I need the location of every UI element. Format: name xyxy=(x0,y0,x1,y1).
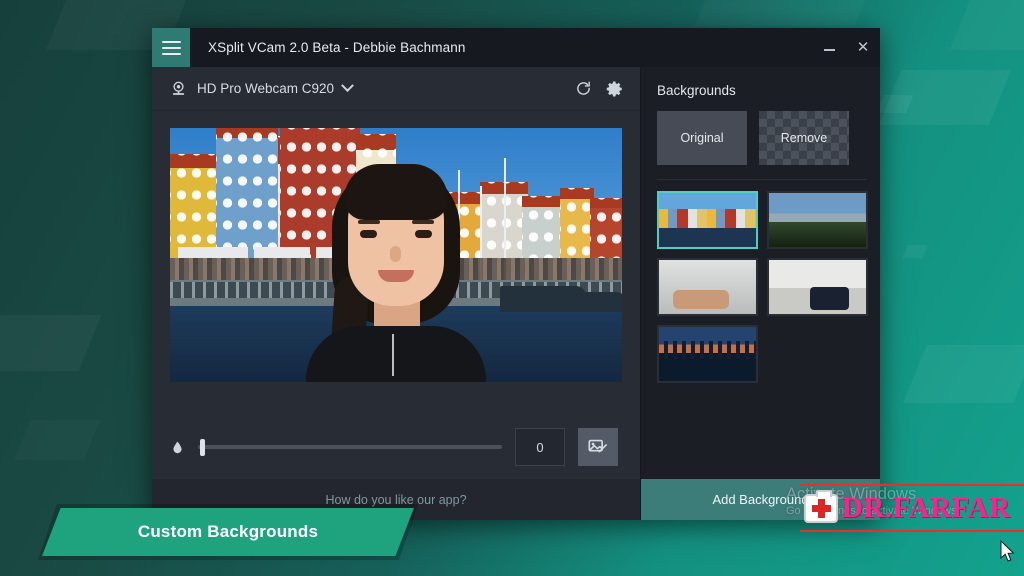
window-title: XSplit VCam 2.0 Beta - Debbie Bachmann xyxy=(208,40,466,55)
chevron-down-icon[interactable] xyxy=(341,79,354,93)
video-preview[interactable] xyxy=(170,128,622,382)
blur-controls-row: 0 xyxy=(152,415,640,479)
backgrounds-panel: Backgrounds Original Remove Add Backgrou… xyxy=(641,67,880,520)
edit-image-icon[interactable] xyxy=(578,428,618,466)
lower-third-banner: Custom Backgrounds xyxy=(42,508,414,556)
webcam-icon xyxy=(172,81,185,95)
camera-selector-bar: HD Pro Webcam C920 xyxy=(152,67,640,111)
close-button[interactable]: ✕ xyxy=(846,28,880,67)
decor-shape xyxy=(949,0,1024,50)
background-thumbnail-grid xyxy=(641,180,880,383)
decor-shape xyxy=(0,315,102,371)
backgrounds-title: Backgrounds xyxy=(657,83,736,98)
moored-boat xyxy=(582,292,622,312)
remove-background-button[interactable]: Remove xyxy=(759,111,849,165)
decor-shape xyxy=(903,345,1024,403)
decor-shape xyxy=(695,0,866,26)
watermark-line xyxy=(800,530,1024,532)
gear-icon[interactable] xyxy=(606,80,624,98)
building xyxy=(590,198,622,258)
backgrounds-preset-buttons: Original Remove xyxy=(641,98,880,165)
banner-text: Custom Backgrounds xyxy=(137,522,319,541)
slider-thumb[interactable] xyxy=(200,438,205,456)
blur-slider[interactable] xyxy=(198,438,502,456)
blur-value-field[interactable]: 0 xyxy=(515,428,565,466)
mouse-cursor xyxy=(1000,540,1015,562)
building xyxy=(216,128,278,258)
building xyxy=(522,196,562,258)
title-bar: XSplit VCam 2.0 Beta - Debbie Bachmann ✕ xyxy=(152,28,880,67)
webcam-subject xyxy=(296,158,496,382)
hamburger-menu-icon[interactable] xyxy=(152,28,190,67)
camera-actions xyxy=(575,80,624,98)
camera-name: HD Pro Webcam C920 xyxy=(197,81,335,96)
slider-track xyxy=(198,445,502,449)
background-thumbnail-city-dusk[interactable] xyxy=(657,325,758,383)
window-controls: ✕ xyxy=(812,28,880,67)
window-body: HD Pro Webcam C920 0 How do you like our… xyxy=(152,67,880,520)
background-thumbnail-mountain-lake[interactable] xyxy=(767,191,868,249)
decor-shape xyxy=(878,70,1012,125)
drfarfar-watermark: DR.FARFAR xyxy=(796,482,1024,534)
background-thumbnail-nyhavn-canal[interactable] xyxy=(657,191,758,249)
desktop-background: XSplit VCam 2.0 Beta - Debbie Bachmann ✕ xyxy=(0,0,1024,576)
decor-shape xyxy=(876,95,914,113)
original-background-button[interactable]: Original xyxy=(657,111,747,165)
minimize-button[interactable] xyxy=(812,28,846,67)
moored-boat xyxy=(500,286,586,312)
background-thumbnail-living-room[interactable] xyxy=(657,258,758,316)
background-thumbnail-guitar-sofa[interactable] xyxy=(767,258,868,316)
cafe-awning xyxy=(178,247,248,258)
xsplit-vcam-window: XSplit VCam 2.0 Beta - Debbie Bachmann ✕ xyxy=(152,28,880,520)
drfarfar-text: DR.FARFAR xyxy=(842,491,1011,524)
left-pane: HD Pro Webcam C920 0 How do you like our… xyxy=(152,67,641,520)
decor-shape xyxy=(902,245,928,258)
blur-droplet-icon xyxy=(173,441,182,453)
decor-shape xyxy=(14,420,100,460)
first-aid-kit-icon xyxy=(804,489,838,523)
preview-wrapper xyxy=(152,111,640,415)
watermark-line xyxy=(800,484,1024,486)
refresh-icon[interactable] xyxy=(575,80,592,97)
building xyxy=(560,188,594,258)
